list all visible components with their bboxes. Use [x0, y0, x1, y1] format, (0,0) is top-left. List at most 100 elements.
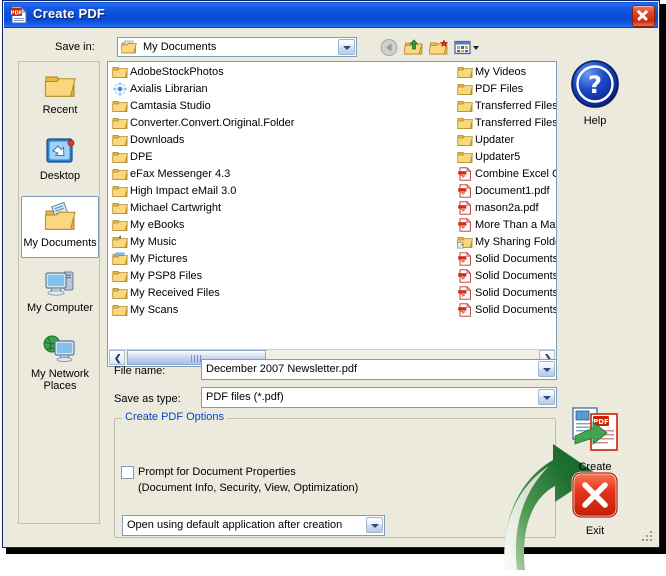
file-list-item[interactable]: Combine Excel Co	[453, 166, 557, 183]
my-pictures-folder-icon	[112, 252, 129, 266]
pdf-file-icon	[457, 183, 473, 198]
pdf-file-icon	[457, 285, 473, 300]
save-as-type-dropdown-icon[interactable]	[538, 389, 555, 405]
file-name-dropdown-icon[interactable]	[538, 361, 555, 377]
chevron-down-icon[interactable]	[338, 39, 355, 55]
new-folder-icon[interactable]	[428, 38, 449, 57]
file-list-item[interactable]: Converter.Convert.Original.Folder	[108, 115, 453, 132]
my-documents-icon	[42, 201, 78, 235]
file-list-item[interactable]: Camtasia Studio	[108, 98, 453, 115]
sidebar-item-my-network-places[interactable]: My Network Places	[21, 328, 99, 400]
file-list-item[interactable]: Michael Cartwright	[108, 200, 453, 217]
recent-folder-icon	[42, 68, 78, 102]
post-creation-action-dropdown-icon[interactable]	[366, 517, 383, 533]
file-list-item[interactable]: Transferred Files	[453, 115, 556, 132]
file-list-item[interactable]: More Than a Matt	[453, 217, 556, 234]
file-list-item[interactable]: My PSP8 Files	[108, 268, 453, 285]
file-list-item[interactable]: My Pictures	[108, 251, 453, 268]
file-list-item-label: Solid Documents F	[475, 304, 557, 316]
file-list-item-label: eFax Messenger 4.3	[130, 168, 231, 180]
views-icon[interactable]	[454, 38, 480, 57]
file-list-item-label: My Pictures	[130, 253, 188, 265]
sidebar-item-desktop[interactable]: Desktop	[21, 130, 99, 192]
file-list-item-label: Solid Documents F	[475, 287, 557, 299]
file-list-item-label: Document1.pdf	[475, 185, 550, 197]
folder-icon	[457, 65, 474, 79]
file-list-item-label: Updater	[475, 134, 515, 146]
file-name-value: December 2007 Newsletter.pdf	[206, 363, 358, 375]
folder-icon	[112, 201, 129, 215]
title-bar: PDF Create PDF	[4, 2, 658, 28]
file-list-item[interactable]: Axialis Librarian	[108, 81, 453, 98]
file-list-item[interactable]: AdobeStockPhotos	[108, 64, 453, 81]
file-list-item[interactable]: mason2a.pdf	[453, 200, 556, 217]
file-list-item-label: High Impact eMail 3.0	[130, 185, 237, 197]
file-list-item[interactable]: My Scans	[108, 302, 453, 319]
save-in-value: My Documents	[143, 41, 217, 53]
prompt-for-document-properties-label[interactable]: Prompt for Document Properties	[138, 466, 296, 478]
resize-grip[interactable]	[642, 531, 654, 543]
save-as-type-combobox[interactable]: PDF files (*.pdf)	[201, 387, 557, 408]
sidebar-item-my-computer[interactable]: My Computer	[21, 262, 99, 324]
file-list-item[interactable]: Solid Documents F	[453, 285, 557, 302]
help-button-label: Help	[583, 115, 607, 127]
back-arrow-icon[interactable]	[379, 38, 399, 57]
save-in-combobox[interactable]: My Documents	[117, 37, 357, 57]
file-list-item[interactable]: My Sharing Folder	[453, 234, 556, 251]
file-list-item-label: My PSP8 Files	[130, 270, 203, 282]
file-list-item-label: Michael Cartwright	[130, 202, 222, 214]
file-list-item[interactable]: High Impact eMail 3.0	[108, 183, 453, 200]
file-list-item[interactable]: My eBooks	[108, 217, 453, 234]
file-list-item[interactable]: My Music	[108, 234, 453, 251]
svg-text:?: ?	[588, 71, 602, 99]
file-list-item[interactable]: Updater5	[453, 149, 556, 166]
file-list-item-label: mason2a.pdf	[475, 202, 539, 214]
file-list-item[interactable]: Document1.pdf	[453, 183, 556, 200]
close-button[interactable]	[632, 5, 655, 27]
sidebar-item-my-documents[interactable]: My Documents	[21, 196, 99, 258]
folder-icon	[457, 150, 474, 164]
exit-button[interactable]: Exit	[555, 470, 635, 537]
prompt-for-document-properties-sublabel: (Document Info, Security, View, Optimiza…	[138, 482, 359, 494]
file-list-item[interactable]: PDF Files	[453, 81, 556, 98]
file-list-item-label: My Music	[130, 236, 177, 248]
folder-icon	[112, 218, 129, 232]
file-list-item-label: My Scans	[130, 304, 179, 316]
window-drop-shadow-bottom	[6, 548, 664, 554]
sidebar-item-label: My Documents	[23, 237, 97, 249]
file-list-item-label: My Received Files	[130, 287, 220, 299]
file-list-item[interactable]: Updater	[453, 132, 556, 149]
shared-folder-icon	[457, 235, 474, 249]
scroll-left-button[interactable]: ❮	[109, 350, 125, 365]
folder-icon	[112, 116, 129, 130]
folder-icon	[112, 150, 129, 164]
sidebar-item-recent[interactable]: Recent	[21, 64, 99, 126]
pdf-file-icon	[457, 200, 473, 215]
file-list-item[interactable]: DPE	[108, 149, 453, 166]
file-list-item[interactable]: eFax Messenger 4.3	[108, 166, 453, 183]
my-documents-folder-icon	[120, 40, 137, 54]
pdf-file-icon	[457, 251, 473, 266]
file-list-item[interactable]: Transferred Files	[453, 98, 557, 115]
file-list-item[interactable]: Solid Documents F	[453, 268, 556, 285]
file-list-item-label: Downloads	[130, 134, 185, 146]
folder-icon	[457, 116, 474, 130]
prompt-for-document-properties-checkbox[interactable]	[121, 466, 134, 479]
pdf-file-icon	[457, 302, 473, 317]
file-list[interactable]: AdobeStockPhotos Axialis Librarian Camtasi…	[107, 61, 557, 367]
file-list-item-label: Transferred Files	[475, 100, 557, 112]
file-name-input[interactable]: December 2007 Newsletter.pdf	[201, 359, 557, 380]
file-list-item[interactable]: My Received Files	[108, 285, 453, 302]
file-list-item[interactable]: My Videos	[453, 64, 556, 81]
help-question-icon: ?	[555, 58, 635, 113]
pdf-document-icon: PDF	[10, 6, 28, 24]
post-creation-action-combobox[interactable]: Open using default application after cre…	[122, 515, 385, 536]
folder-icon	[112, 65, 129, 79]
file-list-item[interactable]: Downloads	[108, 132, 453, 149]
help-button[interactable]: ? Help	[555, 58, 635, 127]
create-button[interactable]: PDF Create	[555, 406, 635, 473]
file-list-item[interactable]: Solid Documents F	[453, 251, 556, 268]
up-folder-icon[interactable]	[403, 38, 424, 57]
file-list-item[interactable]: Solid Documents F	[453, 302, 557, 319]
file-list-item-label: Combine Excel Co	[475, 168, 557, 180]
